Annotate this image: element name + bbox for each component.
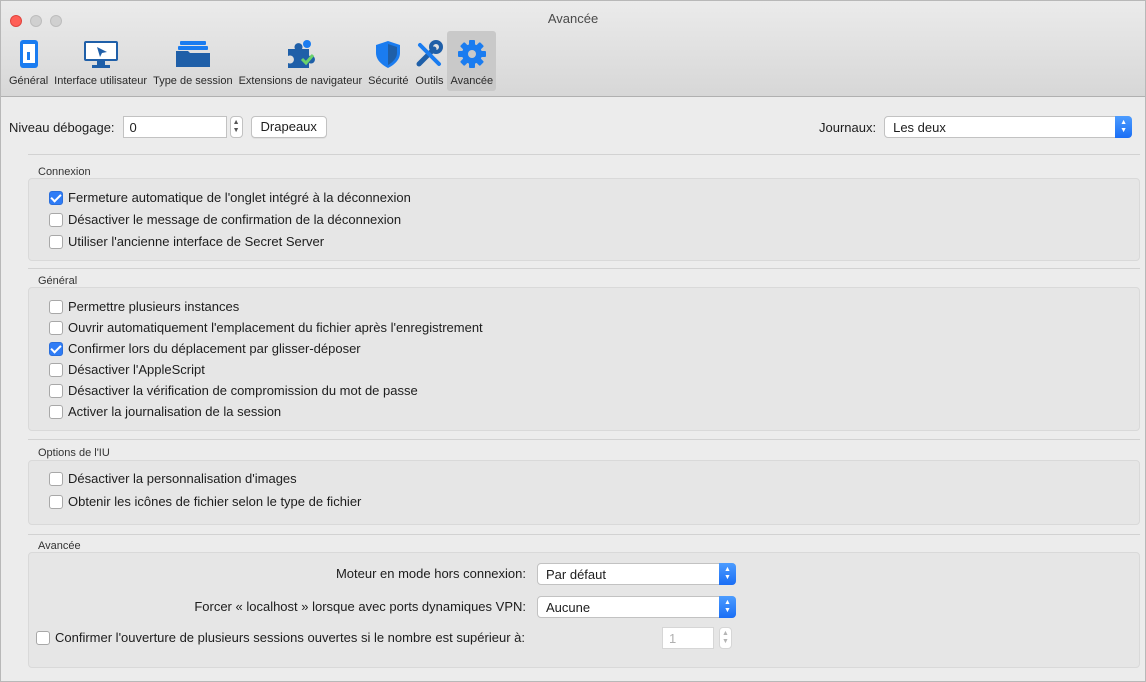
checkbox-file-icons-by-type[interactable]: Obtenir les icônes de fichier selon le t… xyxy=(49,494,361,509)
sessions-threshold-field[interactable]: 1 xyxy=(662,627,714,649)
tab-browser-extensions-label: Extensions de navigateur xyxy=(238,75,363,87)
chevron-updown-icon: ▲ ▼ xyxy=(719,596,736,618)
tab-security-label: Sécurité xyxy=(368,75,409,87)
tab-tools-label: Outils xyxy=(415,75,444,87)
tab-session-type[interactable]: Type de session xyxy=(150,31,236,91)
checkbox-box[interactable] xyxy=(49,383,63,398)
advanced-group: Moteur en mode hors connexion: Par défau… xyxy=(28,552,1140,668)
title-bar: Avancée Général Interface utilisateur Ty… xyxy=(1,1,1145,97)
tab-advanced[interactable]: Avancée xyxy=(447,31,497,91)
checkbox-confirm-drag-drop[interactable]: Confirmer lors du déplacement par glisse… xyxy=(49,341,361,356)
shield-icon xyxy=(376,41,401,68)
checkbox-label: Désactiver la vérification de compromiss… xyxy=(68,383,418,398)
checkbox-box[interactable] xyxy=(49,299,63,314)
checkbox-box[interactable] xyxy=(36,630,50,645)
checkbox-disable-logout-confirm[interactable]: Désactiver le message de confirmation de… xyxy=(49,212,401,227)
section-title-advanced: Avancée xyxy=(38,540,81,552)
checkbox-legacy-interface[interactable]: Utiliser l'ancienne interface de Secret … xyxy=(49,234,324,249)
force-localhost-label: Forcer « localhost » lorsque avec ports … xyxy=(194,599,526,614)
checkbox-box[interactable] xyxy=(49,494,63,509)
checkbox-box[interactable] xyxy=(49,320,63,335)
checkbox-label: Fermeture automatique de l'onglet intégr… xyxy=(68,190,411,205)
checkbox-session-logging[interactable]: Activer la journalisation de la session xyxy=(49,404,281,419)
tab-session-type-label: Type de session xyxy=(153,75,233,87)
checkbox-label: Désactiver le message de confirmation de… xyxy=(68,212,402,227)
checkbox-label: Confirmer lors du déplacement par glisse… xyxy=(68,341,361,356)
checkbox-label: Désactiver la personnalisation d'images xyxy=(68,471,297,486)
section-title-general: Général xyxy=(38,275,78,287)
section-title-ui-options: Options de l'IU xyxy=(38,447,110,459)
checkbox-disable-password-check[interactable]: Désactiver la vérification de compromiss… xyxy=(49,383,418,398)
connexion-group: Fermeture automatique de l'onglet intégr… xyxy=(28,178,1140,261)
general-group: Permettre plusieurs instances Ouvrir aut… xyxy=(28,287,1140,431)
checkbox-disable-image-customization[interactable]: Désactiver la personnalisation d'images xyxy=(49,471,297,486)
checkbox-label: Utiliser l'ancienne interface de Secret … xyxy=(68,234,325,249)
checkbox-label: Ouvrir automatiquement l'emplacement du … xyxy=(68,320,483,335)
tab-security[interactable]: Sécurité xyxy=(365,31,411,91)
section-title-connexion: Connexion xyxy=(38,166,91,178)
checkbox-label: Confirmer l'ouverture de plusieurs sessi… xyxy=(55,630,525,645)
offline-engine-label: Moteur en mode hors connexion: xyxy=(335,566,526,581)
debug-level-label: Niveau débogage: xyxy=(9,119,115,135)
checkbox-label: Désactiver l'AppleScript xyxy=(68,362,205,377)
offline-engine-value: Par défaut xyxy=(546,567,606,582)
checkbox-box[interactable] xyxy=(49,234,63,249)
flags-button[interactable]: Drapeaux xyxy=(250,116,327,138)
checkbox-box[interactable] xyxy=(49,212,63,227)
checkbox-open-file-location[interactable]: Ouvrir automatiquement l'emplacement du … xyxy=(49,320,483,335)
offline-engine-select[interactable]: Par défaut ▲ ▼ xyxy=(537,563,736,585)
chevron-updown-icon: ▲ ▼ xyxy=(1115,116,1133,138)
divider xyxy=(28,268,1140,269)
force-localhost-value: Aucune xyxy=(546,600,591,615)
divider xyxy=(28,534,1140,535)
tab-advanced-label: Avancée xyxy=(450,75,494,87)
checkbox-box[interactable] xyxy=(49,362,63,377)
preferences-window: Avancée Général Interface utilisateur Ty… xyxy=(0,0,1146,682)
checkbox-label: Permettre plusieurs instances xyxy=(68,299,240,314)
monitor-cursor-icon xyxy=(83,41,118,68)
logs-select-value: Les deux xyxy=(893,120,946,135)
debug-level-stepper[interactable]: ▲ ▼ xyxy=(229,116,243,138)
checkbox-box[interactable] xyxy=(49,190,63,205)
checkbox-box[interactable] xyxy=(49,404,63,419)
puzzle-icon xyxy=(288,40,316,68)
phone-icon xyxy=(19,40,38,68)
tools-icon xyxy=(416,40,444,67)
tab-user-interface-label: Interface utilisateur xyxy=(54,75,148,87)
checkbox-auto-close-tab[interactable]: Fermeture automatique de l'onglet intégr… xyxy=(49,190,411,205)
divider xyxy=(28,439,1140,440)
checkbox-label: Obtenir les icônes de fichier selon le t… xyxy=(68,494,362,509)
tab-tools[interactable]: Outils xyxy=(411,31,447,91)
sessions-threshold-stepper[interactable]: ▲ ▼ xyxy=(719,627,732,649)
checkbox-confirm-multiple-sessions[interactable]: Confirmer l'ouverture de plusieurs sessi… xyxy=(36,630,525,645)
tab-user-interface[interactable]: Interface utilisateur xyxy=(51,31,150,91)
debug-level-field[interactable]: 0 xyxy=(122,116,227,138)
folder-stack-icon xyxy=(175,41,210,67)
chevron-updown-icon: ▲ ▼ xyxy=(719,563,736,585)
tab-browser-extensions[interactable]: Extensions de navigateur xyxy=(236,31,366,91)
logs-select[interactable]: Les deux ▲ ▼ xyxy=(884,116,1133,138)
logs-row: Journaux: Les deux ▲ ▼ xyxy=(819,116,1133,138)
ui-options-group: Désactiver la personnalisation d'images … xyxy=(28,460,1140,525)
preferences-toolbar: Général Interface utilisateur Type de se… xyxy=(6,31,497,91)
checkbox-box[interactable] xyxy=(49,341,63,356)
logs-label: Journaux: xyxy=(819,119,877,135)
preferences-content: Niveau débogage: 0 ▲ ▼ Drapeaux Journaux:… xyxy=(1,98,1145,681)
divider xyxy=(28,154,1140,155)
checkbox-label: Activer la journalisation de la session xyxy=(68,404,282,419)
force-localhost-select[interactable]: Aucune ▲ ▼ xyxy=(537,596,736,618)
checkbox-disable-applescript[interactable]: Désactiver l'AppleScript xyxy=(49,362,205,377)
window-title: Avancée xyxy=(547,11,599,26)
tab-general-label: Général xyxy=(9,75,49,87)
tab-general[interactable]: Général xyxy=(6,31,51,91)
checkbox-multiple-instances[interactable]: Permettre plusieurs instances xyxy=(49,299,239,314)
debug-row: Niveau débogage: 0 ▲ ▼ Drapeaux xyxy=(9,116,327,138)
checkbox-box[interactable] xyxy=(49,471,63,486)
gear-icon xyxy=(457,40,486,68)
